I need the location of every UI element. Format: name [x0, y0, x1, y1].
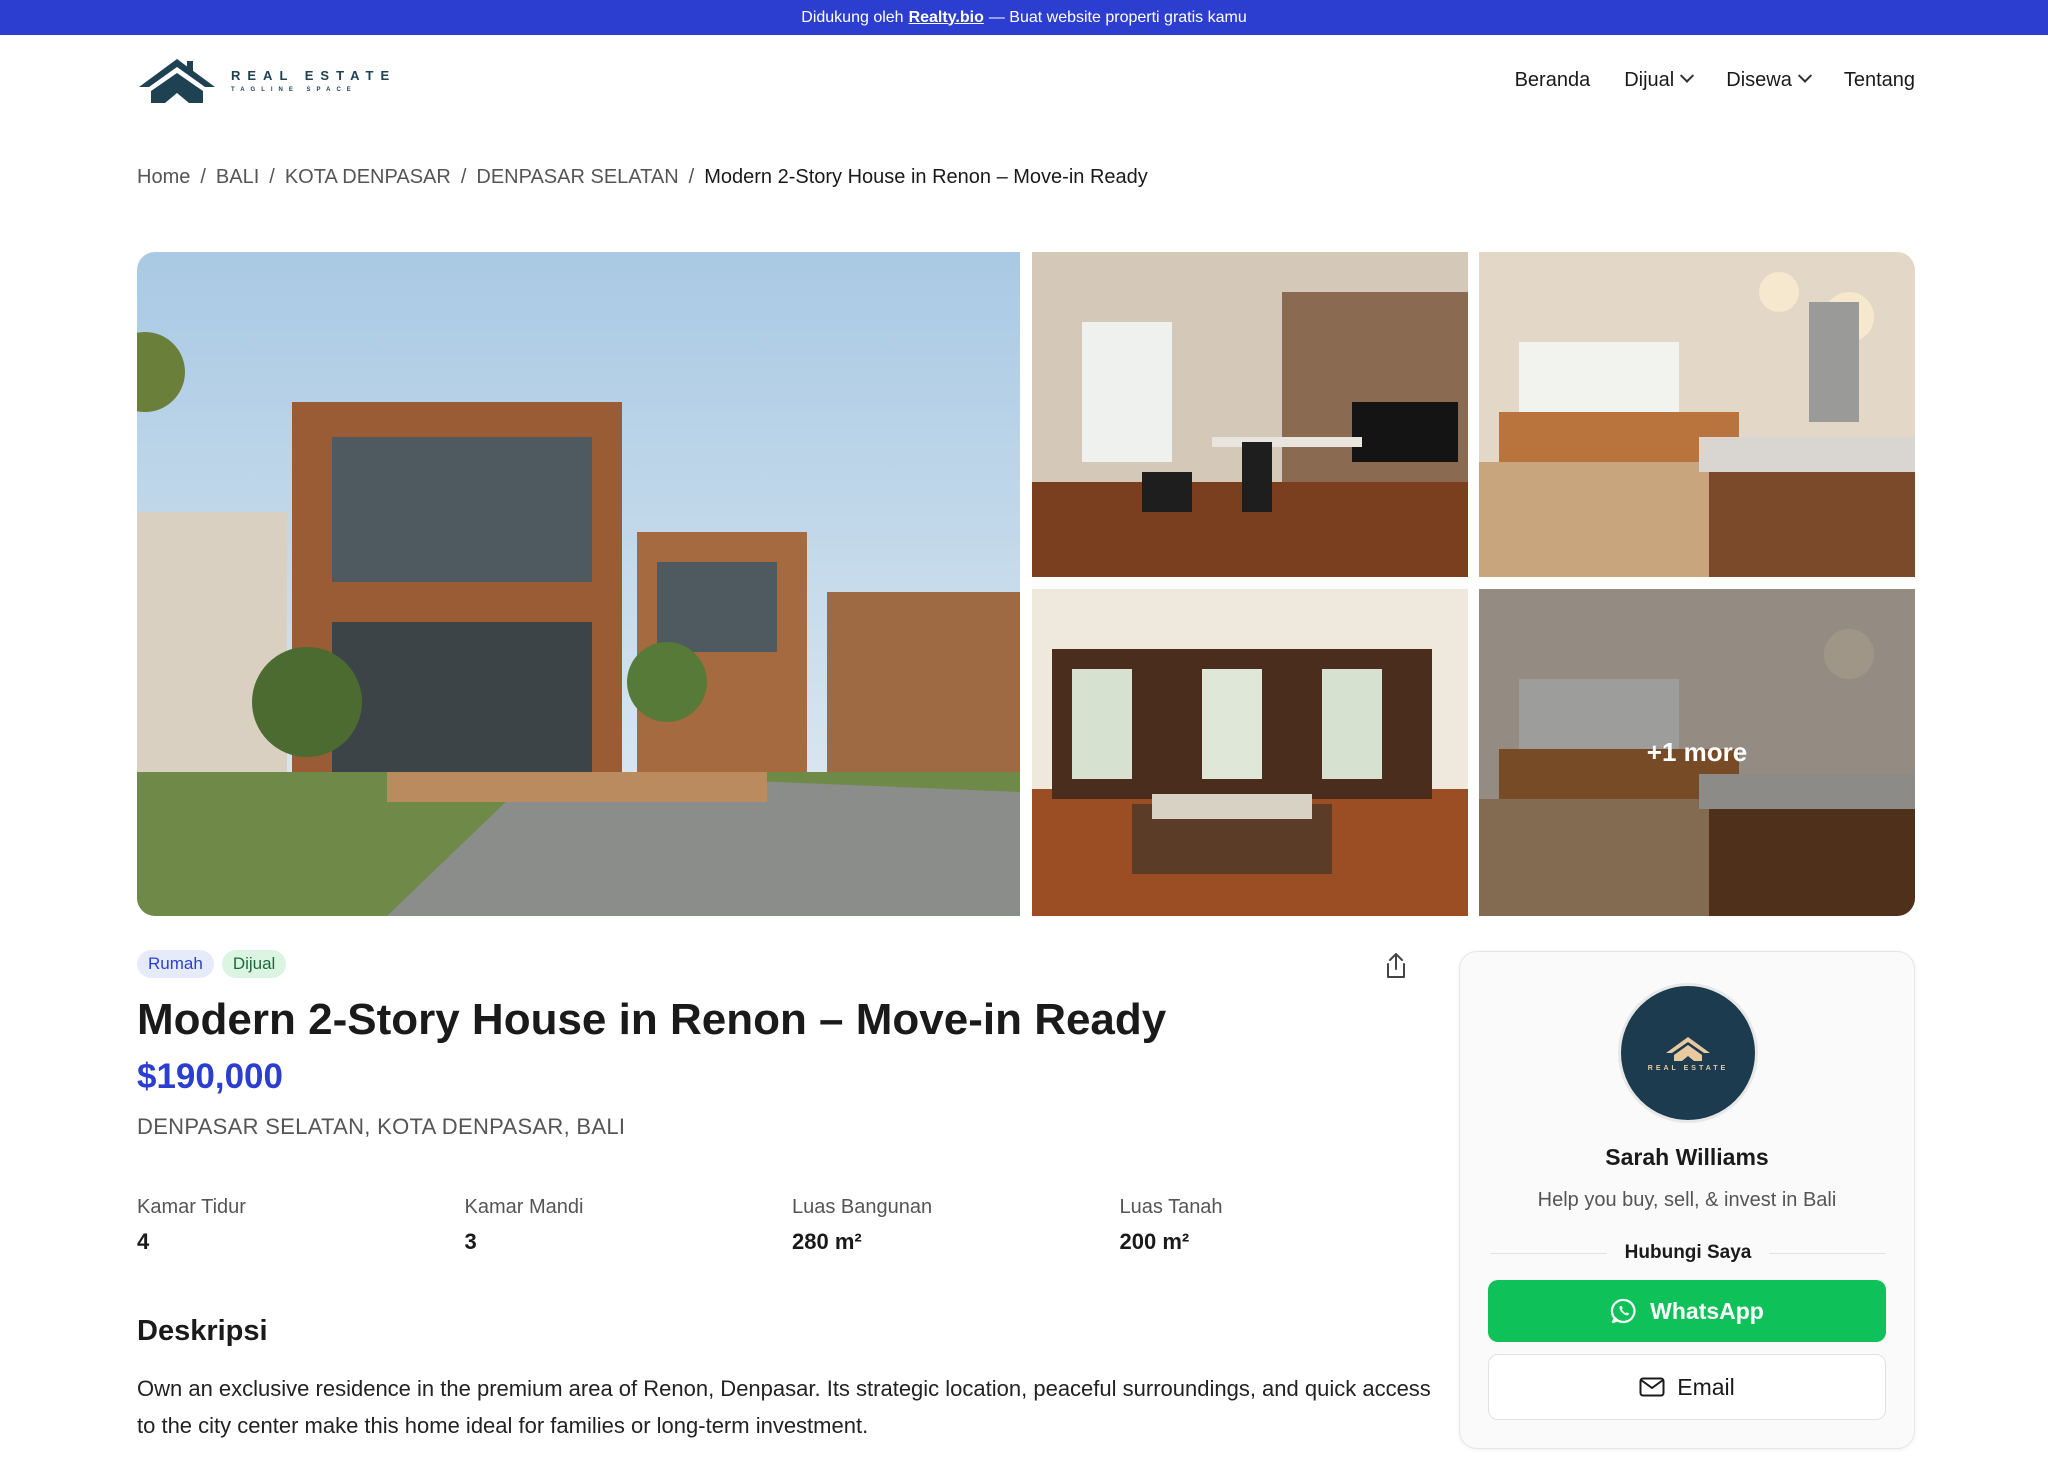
house-logo-icon [1666, 1036, 1710, 1061]
agent-tagline: Help you buy, sell, & invest in Bali [1537, 1189, 1837, 1211]
spec-bedrooms: Kamar Tidur 4 [137, 1196, 465, 1255]
chevron-down-icon [1680, 68, 1695, 83]
nav-home-label: Beranda [1514, 68, 1591, 91]
breadcrumb: Home / BALI / KOTA DENPASAR / DENPASAR S… [137, 166, 1148, 189]
breadcrumb-separator: / [269, 166, 275, 188]
breadcrumb-separator: / [200, 166, 206, 188]
nav-rent-dropdown[interactable]: Disewa [1726, 68, 1812, 92]
agent-name: Sarah Williams [1605, 1144, 1769, 1170]
description-text: Own an exclusive residence in the premiu… [137, 1376, 1431, 1438]
description-heading: Deskripsi [137, 1315, 268, 1347]
listing-price: $190,000 [137, 1057, 283, 1096]
nav-sale-label: Dijual [1624, 68, 1675, 91]
gallery-photo-living-room[interactable] [1032, 589, 1468, 916]
avatar: REAL ESTATE [1618, 983, 1758, 1123]
photo-gallery: +1 more [137, 252, 1915, 916]
gallery-photo-kitchen[interactable] [1479, 252, 1915, 577]
nav-about[interactable]: Tentang [1844, 69, 1915, 92]
spec-value: 280 m² [792, 1229, 862, 1254]
promo-suffix: — Buat website properti gratis kamu [988, 8, 1247, 26]
whatsapp-button[interactable]: WhatsApp [1488, 1280, 1886, 1342]
whatsapp-label: WhatsApp [1650, 1297, 1764, 1324]
breadcrumb-current: Modern 2-Story House in Renon – Move-in … [704, 166, 1148, 188]
gallery-main-photo[interactable] [137, 252, 1020, 916]
spec-value: 200 m² [1119, 1229, 1190, 1254]
more-photos-overlay[interactable]: +1 more [1479, 589, 1915, 916]
breadcrumb-separator: / [460, 166, 467, 188]
divider-line [1490, 1252, 1607, 1254]
logo-tagline: TAGLINE SPACE [231, 86, 357, 93]
promo-prefix: Didukung oleh [801, 8, 904, 26]
agent-card: REAL ESTATE Sarah Williams Help you buy,… [1459, 951, 1915, 1449]
spec-building-area: Luas Bangunan 280 m² [792, 1196, 1120, 1255]
spec-bathrooms: Kamar Mandi 3 [465, 1196, 793, 1255]
contact-divider: Hubungi Saya [1490, 1242, 1886, 1264]
property-specs: Kamar Tidur 4 Kamar Mandi 3 Luas Banguna… [137, 1196, 1447, 1255]
listing-location: DENPASAR SELATAN, KOTA DENPASAR, BALI [137, 1114, 626, 1139]
property-type-badge: Rumah [137, 950, 214, 978]
site-header: REAL ESTATE TAGLINE SPACE Beranda Dijual… [137, 35, 1915, 125]
divider-line [1769, 1252, 1886, 1254]
breadcrumb-city[interactable]: KOTA DENPASAR [285, 166, 451, 189]
spec-label: Luas Bangunan [792, 1196, 933, 1218]
avatar-logo-text: REAL ESTATE [1647, 1064, 1729, 1072]
spec-label: Kamar Tidur [137, 1196, 246, 1218]
breadcrumb-province[interactable]: BALI [216, 166, 259, 189]
gallery-photo-more[interactable]: +1 more [1479, 589, 1915, 916]
main-nav: Beranda Dijual Disewa Tentang [1515, 69, 1915, 92]
share-icon[interactable] [1384, 952, 1408, 980]
spec-label: Luas Tanah [1119, 1196, 1223, 1218]
listing-status-badge: Dijual [221, 950, 287, 978]
gallery-photo-bedroom[interactable] [1032, 252, 1468, 577]
spec-label: Kamar Mandi [464, 1196, 584, 1218]
spec-value: 4 [137, 1229, 150, 1254]
nav-home[interactable]: Beranda [1515, 69, 1591, 92]
contact-label: Hubungi Saya [1624, 1242, 1752, 1263]
promo-bar: Didukung oleh Realty.bio — Buat website … [0, 0, 2048, 35]
chevron-down-icon [1797, 68, 1812, 83]
nav-about-label: Tentang [1843, 68, 1915, 91]
nav-rent-label: Disewa [1726, 68, 1792, 91]
logo-title: REAL ESTATE [231, 67, 397, 83]
email-button[interactable]: Email [1488, 1354, 1886, 1420]
listing-badges: Rumah Dijual [137, 950, 287, 978]
breadcrumb-separator: / [688, 166, 695, 188]
house-logo-icon [139, 59, 215, 103]
spec-land-area: Luas Tanah 200 m² [1120, 1196, 1448, 1255]
breadcrumb-home[interactable]: Home [137, 166, 190, 189]
breadcrumb-district[interactable]: DENPASAR SELATAN [476, 166, 678, 189]
more-photos-label: +1 more [1646, 737, 1748, 767]
listing-title: Modern 2-Story House in Renon – Move-in … [137, 995, 1167, 1044]
promo-link[interactable]: Realty.bio [909, 9, 984, 27]
site-logo[interactable]: REAL ESTATE TAGLINE SPACE [137, 55, 396, 105]
mail-icon [1639, 1377, 1665, 1397]
spec-value: 3 [464, 1229, 477, 1254]
whatsapp-icon [1611, 1298, 1636, 1324]
nav-sale-dropdown[interactable]: Dijual [1624, 68, 1695, 92]
email-label: Email [1677, 1373, 1735, 1400]
